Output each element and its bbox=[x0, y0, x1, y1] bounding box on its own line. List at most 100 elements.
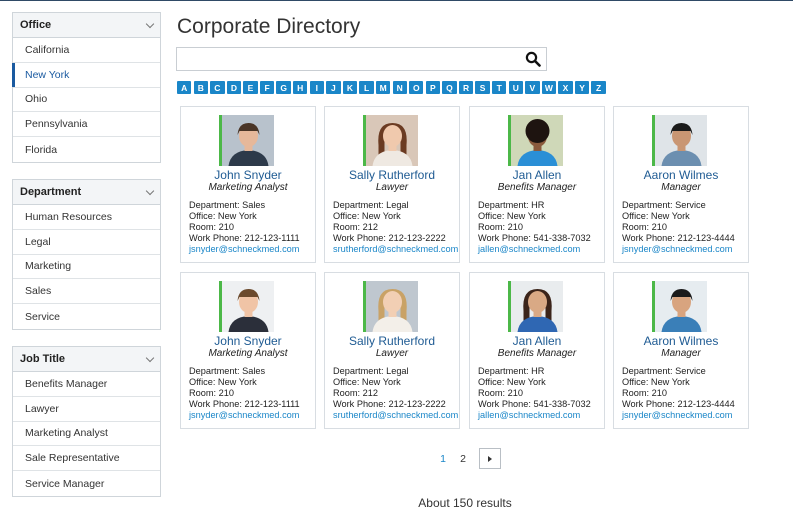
facet-item-benefits-manager[interactable]: Benefits Manager bbox=[13, 372, 160, 397]
letter-g-button[interactable]: G bbox=[276, 81, 291, 94]
letter-t-button[interactable]: T bbox=[491, 81, 507, 94]
employee-card[interactable]: Sally Rutherford Lawyer Department: Lega… bbox=[324, 106, 460, 263]
employee-name[interactable]: John Snyder bbox=[181, 168, 315, 182]
letter-y-button[interactable]: Y bbox=[574, 81, 590, 94]
employee-title: Benefits Manager bbox=[497, 348, 577, 359]
employee-phone: Work Phone: 541-338-7032 bbox=[478, 398, 591, 409]
employee-phone: Work Phone: 212-123-1111 bbox=[189, 398, 300, 409]
employee-name[interactable]: Jan Allen bbox=[470, 168, 604, 182]
employee-department: Department: Sales bbox=[189, 200, 266, 210]
facet-item-sales[interactable]: Sales bbox=[13, 279, 160, 305]
letter-v-button[interactable]: V bbox=[525, 81, 540, 94]
employee-email-link[interactable]: jsnyder@schneckmed.com bbox=[622, 410, 735, 421]
letter-m-button[interactable]: M bbox=[375, 81, 391, 94]
facet-item-marketing-analyst[interactable]: Marketing Analyst bbox=[13, 422, 160, 447]
employee-card[interactable]: Aaron Wilmes Manager Department: Service… bbox=[613, 106, 749, 263]
employee-email-link[interactable]: srutherford@schneckmed.com bbox=[333, 410, 458, 421]
facet-item-florida[interactable]: Florida bbox=[13, 137, 160, 162]
page-2-link[interactable]: 2 bbox=[453, 453, 473, 465]
employee-name[interactable]: Sally Rutherford bbox=[325, 168, 459, 182]
employee-room: Room: 210 bbox=[622, 221, 667, 232]
employee-card[interactable]: John Snyder Marketing Analyst Department… bbox=[180, 272, 316, 429]
letter-k-button[interactable]: K bbox=[342, 81, 358, 94]
employee-email-link[interactable]: jsnyder@schneckmed.com bbox=[189, 410, 300, 421]
employee-phone: Work Phone: 212-123-1111 bbox=[189, 232, 300, 243]
employee-department: Department: Legal bbox=[333, 200, 409, 210]
employee-email-link[interactable]: jallen@schneckmed.com bbox=[478, 244, 591, 255]
employee-name[interactable]: Jan Allen bbox=[470, 334, 604, 348]
employee-details: Department: Sales Office: New York Room:… bbox=[189, 366, 300, 421]
facet-item-legal[interactable]: Legal bbox=[13, 230, 160, 255]
employee-card[interactable]: Jan Allen Benefits Manager Department: H… bbox=[469, 106, 605, 263]
page-1-link[interactable]: 1 bbox=[433, 453, 453, 465]
search-input[interactable] bbox=[177, 48, 520, 70]
employee-title: Lawyer bbox=[375, 348, 409, 359]
employee-card[interactable]: Aaron Wilmes Manager Department: Service… bbox=[613, 272, 749, 429]
employee-name[interactable]: Sally Rutherford bbox=[325, 334, 459, 348]
employee-details: Department: Legal Office: New York Room:… bbox=[333, 366, 458, 421]
letter-x-button[interactable]: X bbox=[558, 81, 573, 94]
letter-z-button[interactable]: Z bbox=[591, 81, 606, 94]
search-button[interactable] bbox=[520, 48, 546, 70]
letter-e-button[interactable]: E bbox=[243, 81, 258, 94]
facet-item-human-resources[interactable]: Human Resources bbox=[13, 205, 160, 230]
page-title: Corporate Directory bbox=[177, 15, 361, 38]
letter-n-button[interactable]: N bbox=[392, 81, 407, 94]
employee-card[interactable]: Sally Rutherford Lawyer Department: Lega… bbox=[324, 272, 460, 429]
pagination: 1 2 bbox=[433, 448, 501, 469]
letter-l-button[interactable]: L bbox=[359, 81, 374, 94]
letter-j-button[interactable]: J bbox=[326, 81, 341, 94]
employee-photo bbox=[508, 281, 563, 332]
facet-job-title-header[interactable]: Job Title bbox=[13, 346, 160, 372]
employee-room: Room: 210 bbox=[189, 221, 234, 232]
facet-item-lawyer[interactable]: Lawyer bbox=[13, 397, 160, 422]
letter-a-button[interactable]: A bbox=[177, 81, 192, 94]
letter-h-button[interactable]: H bbox=[293, 81, 308, 94]
letter-c-button[interactable]: C bbox=[210, 81, 225, 94]
facet-department-header[interactable]: Department bbox=[13, 179, 160, 205]
chevron-right-icon[interactable] bbox=[479, 448, 501, 469]
employee-details: Department: HR Office: New York Room: 21… bbox=[478, 200, 591, 255]
facet-item-california[interactable]: California bbox=[13, 38, 160, 63]
chevron-down-icon bbox=[146, 355, 154, 363]
facet-item-sale-representative[interactable]: Sale Representative bbox=[13, 446, 160, 472]
facet-item-marketing[interactable]: Marketing bbox=[13, 255, 160, 280]
employee-department: Department: HR bbox=[478, 366, 545, 376]
employee-email-link[interactable]: srutherford@schneckmed.com bbox=[333, 244, 458, 255]
letter-w-button[interactable]: W bbox=[541, 81, 557, 94]
letter-b-button[interactable]: B bbox=[193, 81, 208, 94]
employee-room: Room: 212 bbox=[333, 221, 378, 232]
facet-item-ohio[interactable]: Ohio bbox=[13, 88, 160, 113]
letter-u-button[interactable]: U bbox=[508, 81, 523, 94]
letter-f-button[interactable]: F bbox=[259, 81, 275, 94]
employee-email-link[interactable]: jsnyder@schneckmed.com bbox=[189, 244, 300, 255]
employee-department: Department: Legal bbox=[333, 366, 409, 376]
employee-name[interactable]: John Snyder bbox=[181, 334, 315, 348]
employee-card[interactable]: John Snyder Marketing Analyst Department… bbox=[180, 106, 316, 263]
employee-title: Marketing Analyst bbox=[208, 348, 288, 359]
letter-r-button[interactable]: R bbox=[458, 81, 474, 94]
facet-item-new-york[interactable]: New York bbox=[12, 62, 160, 88]
facet-item-service[interactable]: Service bbox=[13, 304, 160, 329]
facet-item-service-manager[interactable]: Service Manager bbox=[13, 471, 160, 496]
chevron-down-icon bbox=[146, 21, 154, 29]
letter-p-button[interactable]: P bbox=[425, 81, 441, 94]
facet-department: Department Human Resources Legal Marketi… bbox=[12, 178, 161, 330]
employee-phone: Work Phone: 212-123-2222 bbox=[333, 398, 446, 409]
employee-card[interactable]: Jan Allen Benefits Manager Department: H… bbox=[469, 272, 605, 429]
employee-email-link[interactable]: jsnyder@schneckmed.com bbox=[622, 244, 735, 255]
employee-department: Department: Sales bbox=[189, 366, 266, 376]
letter-d-button[interactable]: D bbox=[226, 81, 242, 94]
facet-office-header[interactable]: Office bbox=[13, 13, 160, 38]
employee-name[interactable]: Aaron Wilmes bbox=[614, 334, 748, 348]
employee-phone: Work Phone: 212-123-2222 bbox=[333, 232, 446, 243]
letter-i-button[interactable]: I bbox=[309, 81, 325, 94]
employee-email-link[interactable]: jallen@schneckmed.com bbox=[478, 410, 591, 421]
employee-office: Office: New York bbox=[189, 376, 257, 387]
letter-o-button[interactable]: O bbox=[409, 81, 424, 94]
employee-photo bbox=[363, 281, 418, 332]
employee-name[interactable]: Aaron Wilmes bbox=[614, 168, 748, 182]
letter-q-button[interactable]: Q bbox=[442, 81, 457, 94]
letter-s-button[interactable]: S bbox=[475, 81, 490, 94]
facet-item-pennsylvania[interactable]: Pennsylvania bbox=[13, 112, 160, 138]
